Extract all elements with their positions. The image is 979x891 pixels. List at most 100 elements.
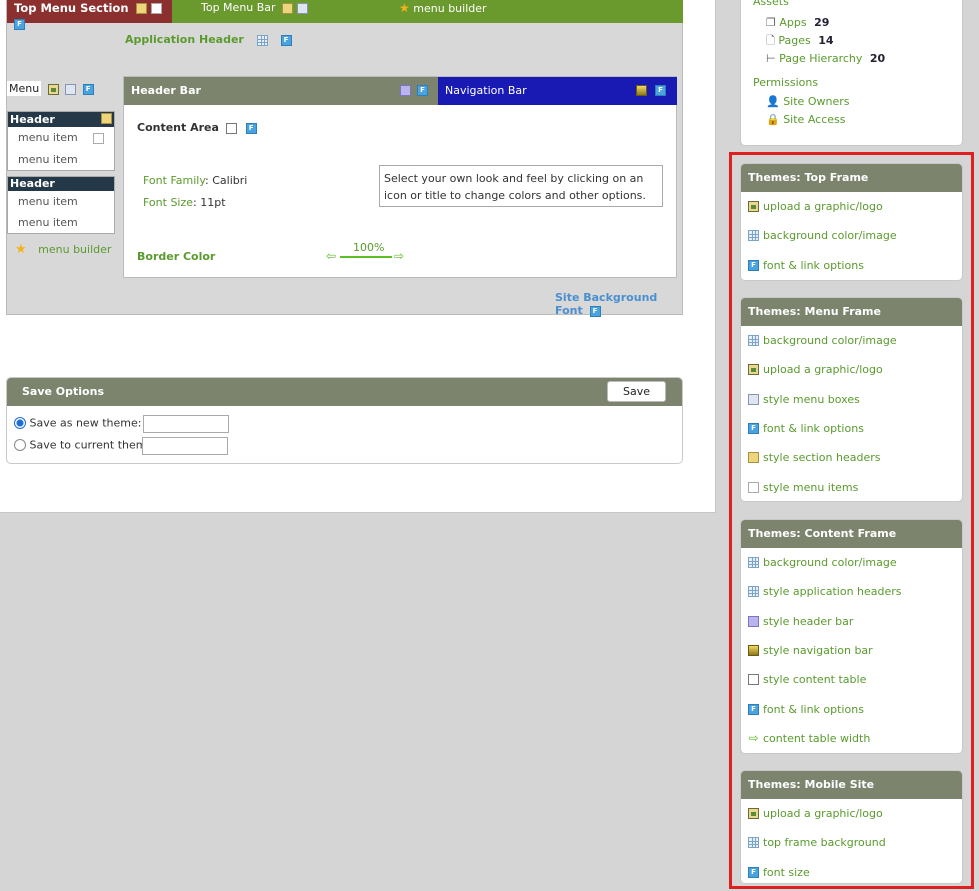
menu-item[interactable]: menu item <box>8 212 114 233</box>
document-icon[interactable] <box>150 3 162 14</box>
theme-option[interactable]: style menu boxes <box>741 385 962 414</box>
font-icon[interactable]: F <box>280 34 292 46</box>
theme-option[interactable]: background color/image <box>741 326 962 355</box>
theme-option-label: font & link options <box>763 422 864 436</box>
grid-icon[interactable] <box>256 34 268 46</box>
asset-label[interactable]: Pages <box>778 34 810 47</box>
font-icon[interactable]: F <box>82 83 94 95</box>
theme-option[interactable]: Ffont & link options <box>741 251 962 280</box>
width-slider-line[interactable] <box>340 256 392 258</box>
border-color-link[interactable]: Border Color <box>137 250 215 263</box>
menu-builder-top-link[interactable]: menu builder <box>413 2 486 15</box>
menu-builder-left[interactable]: ★ menu builder <box>15 242 111 257</box>
asset-item[interactable]: ❐ Apps 29 <box>766 14 885 32</box>
theme-option-label: style header bar <box>763 614 854 628</box>
theme-option[interactable]: Ffont & link options <box>741 414 962 443</box>
header-bar[interactable]: Header Bar F <box>124 77 438 105</box>
site-background-font[interactable]: Site Background Font F <box>555 291 682 317</box>
asset-label[interactable]: Apps <box>779 16 806 29</box>
theme-option[interactable]: ⇨ content table width <box>741 724 962 753</box>
star-icon: ★ <box>15 242 27 257</box>
grid-icon <box>748 586 759 598</box>
width-control[interactable]: ⇦ 100% ⇨ <box>326 241 410 265</box>
top-menu-section[interactable]: Top Menu Section F <box>7 0 172 30</box>
asset-label[interactable]: Page Hierarchy <box>779 52 862 65</box>
arrow-right-icon: ⇨ <box>748 730 759 745</box>
permission-item[interactable]: 👤 Site Owners <box>766 93 849 111</box>
menu-section-header[interactable]: Header <box>8 177 114 191</box>
theme-option[interactable]: upload a graphic/logo <box>741 355 962 384</box>
site-background-font-label: Site Background Font <box>555 291 658 317</box>
theme-option[interactable]: upload a graphic/logo <box>741 799 962 828</box>
navigation-bar[interactable]: Navigation Bar F <box>438 77 677 105</box>
font-size-label[interactable]: Font Size <box>143 196 193 209</box>
panel-title: Themes: Content Frame <box>741 520 962 548</box>
top-menu-bar[interactable]: Top Menu Bar ★ menu builder <box>172 0 683 23</box>
document-icon[interactable] <box>93 133 104 144</box>
permission-label[interactable]: Site Owners <box>783 95 849 108</box>
theme-option[interactable]: style header bar <box>741 607 962 636</box>
menu-section-header[interactable]: Header <box>8 112 114 127</box>
grid-icon <box>748 557 759 569</box>
theme-option[interactable]: background color/image <box>741 221 962 250</box>
theme-option-label: style content table <box>763 673 867 687</box>
theme-option[interactable]: background color/image <box>741 548 962 577</box>
save-options-header: Save Options Save <box>7 378 682 406</box>
section-color-icon[interactable] <box>101 113 112 124</box>
theme-option-label: upload a graphic/logo <box>763 363 883 377</box>
theme-option[interactable]: style menu items <box>741 472 962 501</box>
bar-color-icon[interactable] <box>282 2 294 14</box>
image-icon <box>748 808 759 820</box>
theme-option-label: style navigation bar <box>763 644 873 658</box>
font-icon[interactable]: F <box>245 122 257 134</box>
font-icon[interactable]: F <box>14 19 25 30</box>
nav-box-icon[interactable] <box>636 85 647 96</box>
arrow-right-icon[interactable]: ⇨ <box>394 249 404 263</box>
font-icon[interactable]: F <box>655 85 666 96</box>
theme-option[interactable]: Ffont & link options <box>741 694 962 723</box>
boxes-icon[interactable] <box>296 2 308 14</box>
themes-top-frame-panel: Themes: Top Frame upload a graphic/logo … <box>740 163 963 281</box>
asset-item[interactable]: 🗋 Pages 14 <box>766 32 885 50</box>
purple-box-icon[interactable] <box>400 85 411 96</box>
save-options-panel: Save Options Save Save as new theme: Sav… <box>6 377 683 464</box>
menu-item[interactable]: menu item <box>8 127 114 149</box>
themes-mobile-site-panel: Themes: Mobile Site upload a graphic/log… <box>740 770 963 884</box>
menu-item[interactable]: menu item <box>8 149 114 171</box>
white-box-icon[interactable] <box>225 122 237 134</box>
asset-item[interactable]: ⊢ Page Hierarchy 20 <box>766 50 885 68</box>
font-icon[interactable]: F <box>417 85 428 96</box>
content-area[interactable]: Content Area F <box>137 121 257 134</box>
theme-option[interactable]: top frame background <box>741 828 962 857</box>
theme-option[interactable]: Ffont size <box>741 858 962 887</box>
application-header[interactable]: Application Header F <box>125 33 292 46</box>
current-theme-input[interactable] <box>142 437 228 455</box>
theme-option[interactable]: upload a graphic/logo <box>741 192 962 221</box>
font-family-label[interactable]: Font Family <box>143 174 205 187</box>
boxes-icon[interactable] <box>65 83 77 95</box>
menu-box: Header menu item menu item <box>7 176 115 234</box>
image-icon[interactable] <box>47 83 59 95</box>
new-theme-name-input[interactable] <box>143 415 229 433</box>
menu-label[interactable]: Menu <box>7 81 42 96</box>
font-icon[interactable]: F <box>589 305 601 317</box>
menu-builder-left-link[interactable]: menu builder <box>38 243 111 256</box>
theme-option[interactable]: style content table <box>741 665 962 694</box>
theme-option[interactable]: style section headers <box>741 443 962 472</box>
image-icon <box>748 201 759 213</box>
theme-option-label: font size <box>763 865 810 879</box>
arrow-left-icon[interactable]: ⇦ <box>326 249 336 263</box>
theme-option[interactable]: style navigation bar <box>741 636 962 665</box>
navigation-bar-label: Navigation Bar <box>445 84 527 97</box>
section-color-icon[interactable] <box>135 3 147 14</box>
permission-item[interactable]: 🔒 Site Access <box>766 111 849 129</box>
permission-label[interactable]: Site Access <box>783 113 845 126</box>
info-box: Select your own look and feel by clickin… <box>379 165 663 207</box>
save-current-radio[interactable] <box>14 439 26 451</box>
menu-item[interactable]: menu item <box>8 191 114 212</box>
application-header-label: Application Header <box>125 33 244 46</box>
save-new-radio[interactable] <box>14 417 26 429</box>
theme-option[interactable]: style application headers <box>741 577 962 606</box>
save-button[interactable]: Save <box>607 381 666 402</box>
top-menu-bar-label: Top Menu Bar <box>201 1 276 14</box>
